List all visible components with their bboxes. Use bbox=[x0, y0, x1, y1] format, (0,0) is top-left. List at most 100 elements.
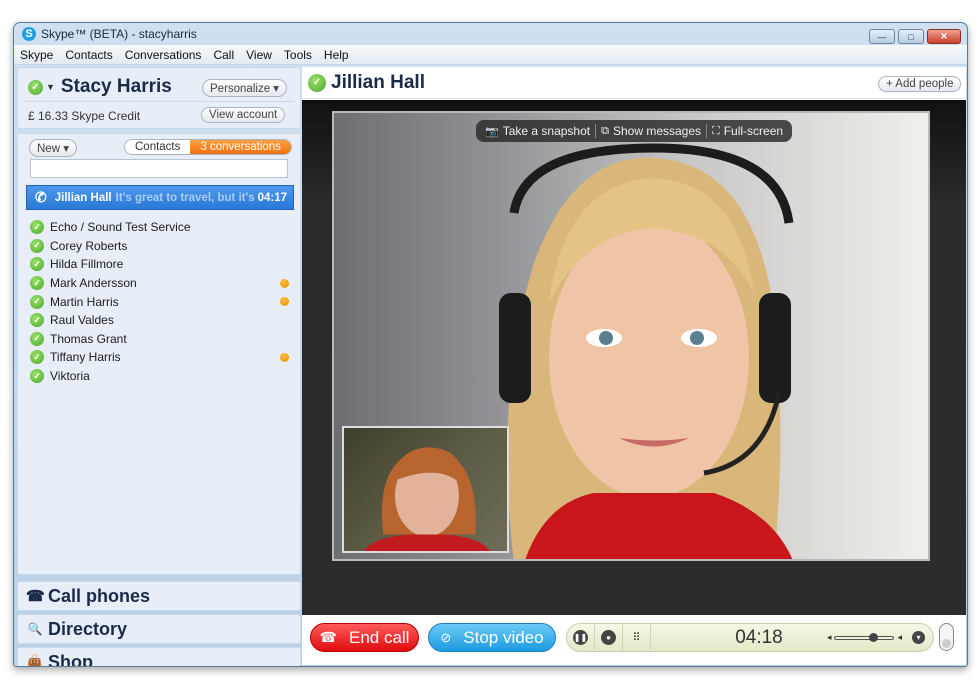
window-title: Skype™ (BETA) - stacyharris bbox=[41, 27, 197, 41]
online-status-icon: ✓ bbox=[30, 313, 44, 328]
volume-control: ◂ ◂ ▾ bbox=[827, 631, 925, 644]
conversation-time: 04:17 bbox=[257, 191, 287, 204]
pause-icon: ❚❚ bbox=[573, 630, 588, 645]
profile-name: Stacy Harris bbox=[60, 76, 172, 97]
nav-label: Call phones bbox=[48, 585, 151, 606]
conversation-pane: ✓ Jillian Hall + Add people 📷 Take a sna… bbox=[302, 67, 966, 665]
phone-icon: ✆ bbox=[35, 189, 47, 205]
contact-list: ✓ Echo / Sound Test Service ✓ Corey Robert… bbox=[30, 218, 292, 385]
profile-panel: ✓ ▼ Stacy Harris Personalize ▾ £ 16.33 S… bbox=[17, 67, 301, 129]
contact-item[interactable]: ✓ Tiffany Harris bbox=[30, 348, 292, 367]
menu-bar: Skype Contacts Conversations Call View T… bbox=[14, 45, 967, 65]
nav-call-phones[interactable]: ☎ Call phones bbox=[17, 581, 301, 611]
remote-video[interactable]: 📷 Take a snapshot ⧉ Show messages ⛶ Full-sc… bbox=[332, 111, 930, 561]
menu-tools[interactable]: Tools bbox=[284, 48, 312, 62]
conversation-preview: It's great to travel, but it's e... bbox=[115, 191, 258, 204]
profile-name-row[interactable]: ✓ ▼ Stacy Harris bbox=[28, 76, 172, 98]
contacts-panel: New ▾ Contacts 3 conversations ✆ Jillian… bbox=[17, 133, 301, 575]
conversation-name: Jillian Hall bbox=[54, 191, 112, 204]
remote-participant-image bbox=[499, 143, 794, 559]
menu-view[interactable]: View bbox=[246, 48, 272, 62]
minimize-button[interactable]: — bbox=[869, 29, 895, 44]
menu-skype[interactable]: Skype bbox=[20, 48, 53, 62]
camera-icon: 📷 bbox=[485, 125, 499, 138]
unread-dot-icon bbox=[280, 352, 289, 362]
menu-contacts[interactable]: Contacts bbox=[65, 48, 112, 62]
online-status-icon: ✓ bbox=[30, 294, 44, 309]
hang-up-icon: ☎ bbox=[319, 629, 337, 645]
messages-icon: ⧉ bbox=[601, 124, 609, 137]
online-status-icon[interactable]: ✓ bbox=[28, 79, 43, 95]
shopping-bag-icon: 👜 bbox=[26, 654, 44, 667]
menu-call[interactable]: Call bbox=[213, 48, 234, 62]
unread-dot-icon bbox=[280, 297, 289, 307]
online-status-icon: ✓ bbox=[30, 276, 44, 291]
active-conversation-row[interactable]: ✆ Jillian Hall It's great to travel, but… bbox=[26, 185, 294, 210]
volume-slider[interactable] bbox=[834, 632, 895, 642]
menu-help[interactable]: Help bbox=[324, 48, 349, 62]
online-status-icon: ✓ bbox=[30, 369, 44, 384]
hold-button[interactable]: ❚❚ bbox=[567, 624, 595, 651]
nav-label: Directory bbox=[48, 618, 128, 639]
volume-knob[interactable] bbox=[869, 632, 879, 642]
volume-high-icon: ◂ bbox=[897, 632, 902, 642]
online-status-icon: ✓ bbox=[30, 350, 44, 365]
online-status-icon: ✓ bbox=[308, 73, 326, 92]
contact-item[interactable]: ✓ Corey Roberts bbox=[30, 237, 292, 256]
call-control-bar: ❚❚ ● ⠿ 04:18 ◂ ◂ ▾ bbox=[566, 623, 934, 652]
self-view-video[interactable] bbox=[342, 426, 509, 553]
nav-label: Shop bbox=[48, 651, 93, 667]
chevron-down-icon[interactable]: ▾ bbox=[912, 631, 925, 644]
online-status-icon: ✓ bbox=[30, 220, 44, 235]
unread-dot-icon bbox=[280, 278, 289, 288]
contact-item[interactable]: ✓ Martin Harris bbox=[30, 292, 292, 311]
skype-credit: £ 16.33 Skype Credit bbox=[28, 109, 141, 123]
dialpad-button[interactable]: ⠿ bbox=[623, 624, 651, 651]
tab-contacts[interactable]: Contacts bbox=[125, 140, 191, 154]
magnifier-icon: 🔍 bbox=[27, 622, 43, 636]
left-sidebar: ✓ ▼ Stacy Harris Personalize ▾ £ 16.33 S… bbox=[17, 67, 301, 666]
video-toolbar: 📷 Take a snapshot ⧉ Show messages ⛶ Full-sc… bbox=[476, 120, 793, 142]
fullscreen-icon: ⛶ bbox=[712, 124, 720, 137]
new-button[interactable]: New ▾ bbox=[29, 139, 77, 157]
online-status-icon: ✓ bbox=[30, 331, 44, 346]
conversation-header: ✓ Jillian Hall + Add people bbox=[302, 67, 966, 99]
view-account-button[interactable]: View account bbox=[201, 107, 286, 123]
chevron-down-icon[interactable]: ▼ bbox=[46, 82, 55, 92]
contacts-tabs: Contacts 3 conversations bbox=[124, 139, 292, 155]
skype-window: S Skype™ (BETA) - stacyharris — □ ✕ Skyp… bbox=[13, 22, 968, 667]
divider bbox=[24, 101, 294, 102]
show-messages-button[interactable]: ⧉ Show messages bbox=[596, 124, 708, 138]
video-off-icon: ⊘ bbox=[440, 629, 452, 645]
contact-item[interactable]: ✓ Viktoria bbox=[30, 367, 292, 386]
add-people-button[interactable]: + Add people bbox=[878, 76, 962, 92]
snapshot-button[interactable]: 📷 Take a snapshot bbox=[480, 124, 597, 138]
tab-conversations[interactable]: 3 conversations bbox=[190, 140, 291, 154]
contact-item[interactable]: ✓ Raul Valdes bbox=[30, 311, 292, 330]
call-panel-toggle[interactable] bbox=[939, 623, 954, 651]
stop-video-button[interactable]: ⊘ Stop video bbox=[428, 623, 556, 652]
personalize-button[interactable]: Personalize ▾ bbox=[202, 79, 288, 97]
end-call-button[interactable]: ☎ End call bbox=[310, 623, 419, 652]
telephone-icon: ☎ bbox=[26, 588, 45, 605]
call-timer: 04:18 bbox=[735, 626, 783, 648]
menu-conversations[interactable]: Conversations bbox=[125, 48, 202, 62]
contact-item[interactable]: ✓ Echo / Sound Test Service bbox=[30, 218, 292, 237]
self-participant-image bbox=[364, 447, 490, 551]
mute-button[interactable]: ● bbox=[595, 624, 623, 651]
contact-item[interactable]: ✓ Mark Andersson bbox=[30, 274, 292, 293]
fullscreen-button[interactable]: ⛶ Full-screen bbox=[707, 124, 788, 138]
contact-item[interactable]: ✓ Hilda Fillmore bbox=[30, 255, 292, 274]
online-status-icon: ✓ bbox=[30, 257, 44, 272]
nav-directory[interactable]: 🔍 Directory bbox=[17, 614, 301, 644]
search-input[interactable] bbox=[30, 159, 288, 178]
skype-logo-icon: S bbox=[22, 27, 36, 41]
close-button[interactable]: ✕ bbox=[927, 29, 961, 44]
contact-item[interactable]: ✓ Thomas Grant bbox=[30, 330, 292, 349]
conversation-title: Jillian Hall bbox=[331, 71, 425, 93]
online-status-icon: ✓ bbox=[30, 238, 44, 253]
maximize-button[interactable]: □ bbox=[898, 29, 924, 44]
volume-low-icon: ◂ bbox=[826, 632, 832, 642]
nav-shop[interactable]: 👜 Shop bbox=[17, 647, 301, 667]
video-area: 📷 Take a snapshot ⧉ Show messages ⛶ Full-sc… bbox=[302, 100, 966, 615]
